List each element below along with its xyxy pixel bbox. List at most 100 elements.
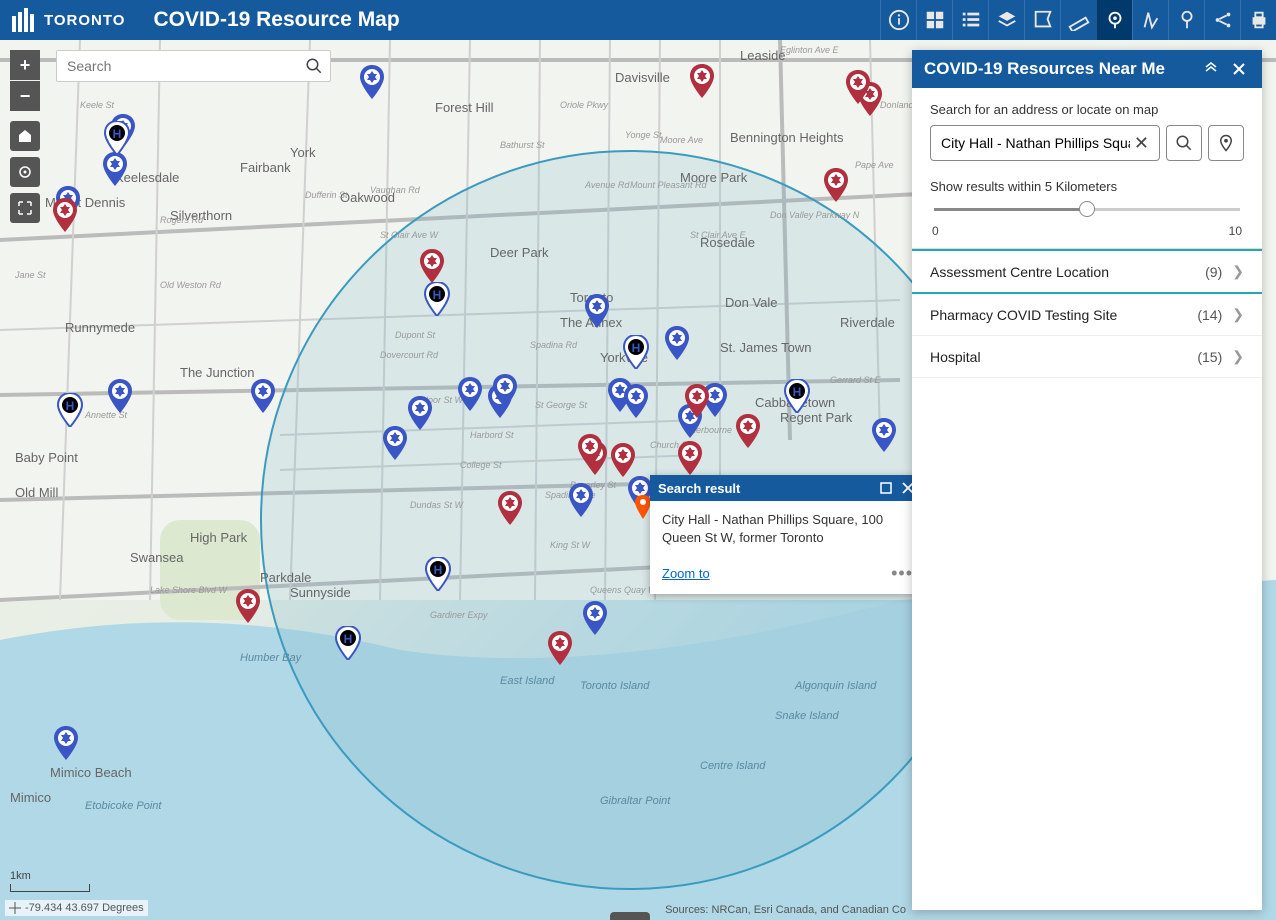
pharmacy-marker[interactable]: [359, 65, 385, 99]
assessment-marker[interactable]: [235, 589, 261, 623]
result-category-item[interactable]: Assessment Centre Location(9)❯: [912, 249, 1262, 294]
print-tool[interactable]: [1240, 0, 1276, 40]
panel-close-button[interactable]: [1228, 58, 1250, 80]
svg-text:H: H: [344, 632, 353, 646]
hospital-marker[interactable]: H: [104, 121, 130, 155]
svg-text:H: H: [793, 385, 802, 399]
slider-max: 10: [1229, 224, 1242, 238]
app-title: COVID-19 Resource Map: [153, 8, 399, 32]
pharmacy-marker[interactable]: [492, 374, 518, 408]
chevron-right-icon: ❯: [1232, 306, 1244, 323]
address-search-button[interactable]: [1166, 125, 1202, 161]
search-input[interactable]: [57, 51, 298, 81]
assessment-marker[interactable]: [677, 441, 703, 475]
assessment-marker[interactable]: [684, 384, 710, 418]
crosshair-icon: [9, 902, 21, 914]
zoom-out-button[interactable]: −: [10, 81, 40, 111]
hospital-marker[interactable]: H: [784, 379, 810, 413]
pharmacy-marker[interactable]: [382, 426, 408, 460]
radius-slider-label: Show results within 5 Kilometers: [930, 179, 1244, 194]
locator-tool[interactable]: [1168, 0, 1204, 40]
measure-tool[interactable]: [1060, 0, 1096, 40]
assessment-marker[interactable]: [823, 168, 849, 202]
assessment-marker[interactable]: [610, 443, 636, 477]
svg-text:H: H: [433, 288, 442, 302]
header-toolbar: [880, 0, 1276, 40]
result-name: Pharmacy COVID Testing Site: [930, 307, 1197, 323]
panel-collapse-button[interactable]: [1200, 58, 1222, 80]
pharmacy-marker[interactable]: [871, 418, 897, 452]
near-me-tool[interactable]: [1096, 0, 1132, 40]
pharmacy-marker[interactable]: [250, 379, 276, 413]
hospital-marker[interactable]: H: [424, 282, 450, 316]
pharmacy-marker[interactable]: [53, 726, 79, 760]
info-tool[interactable]: [880, 0, 916, 40]
assessment-marker[interactable]: [52, 198, 78, 232]
hospital-marker[interactable]: H: [623, 335, 649, 369]
info-icon: [888, 9, 910, 31]
layers-icon: [996, 9, 1018, 31]
clear-address-button[interactable]: ✕: [1130, 133, 1153, 154]
pin-icon: [1176, 9, 1198, 31]
near-me-icon: [1104, 9, 1126, 31]
location-pin-icon: [1217, 134, 1235, 152]
directions-icon: [1140, 9, 1162, 31]
assessment-marker[interactable]: [419, 249, 445, 283]
hospital-marker[interactable]: H: [57, 393, 83, 427]
assessment-marker[interactable]: [689, 64, 715, 98]
pharmacy-marker[interactable]: [584, 294, 610, 328]
search-result-popup: Search result City Hall - Nathan Phillip…: [650, 475, 925, 594]
ruler-icon: [1068, 9, 1090, 31]
directions-tool[interactable]: [1132, 0, 1168, 40]
coordinates-display: -79.434 43.697 Degrees: [5, 900, 148, 916]
assessment-marker[interactable]: [497, 491, 523, 525]
bookmark-tool[interactable]: [1024, 0, 1060, 40]
result-name: Hospital: [930, 349, 1197, 365]
address-input-wrapper: ✕: [930, 125, 1160, 161]
slider-thumb[interactable]: [1079, 201, 1095, 217]
assessment-marker[interactable]: [845, 70, 871, 104]
pharmacy-marker[interactable]: [582, 601, 608, 635]
assessment-marker[interactable]: [577, 434, 603, 468]
locate-button[interactable]: [10, 157, 40, 187]
legend-tool[interactable]: [952, 0, 988, 40]
zoom-in-button[interactable]: +: [10, 50, 40, 80]
assessment-marker[interactable]: [547, 631, 573, 665]
result-count: (15): [1197, 349, 1222, 365]
popup-maximize-button[interactable]: [877, 479, 895, 497]
map-controls: + −: [10, 50, 40, 229]
pharmacy-marker[interactable]: [568, 483, 594, 517]
assessment-marker[interactable]: [735, 414, 761, 448]
gallery-tool[interactable]: [916, 0, 952, 40]
use-my-location-button[interactable]: [1208, 125, 1244, 161]
attribution-handle[interactable]: [610, 912, 650, 920]
pharmacy-marker[interactable]: [102, 152, 128, 186]
toronto-logo[interactable]: TORONTO: [0, 0, 135, 40]
address-input[interactable]: [941, 135, 1130, 151]
scale-bar: 1km: [10, 870, 90, 892]
popup-zoom-link[interactable]: Zoom to: [662, 566, 710, 581]
share-tool[interactable]: [1204, 0, 1240, 40]
radius-slider[interactable]: [934, 200, 1240, 220]
hospital-marker[interactable]: H: [425, 557, 451, 591]
result-category-item[interactable]: Pharmacy COVID Testing Site(14) ❯: [912, 294, 1262, 336]
home-button[interactable]: [10, 121, 40, 151]
fullscreen-icon: [17, 200, 33, 216]
pharmacy-marker[interactable]: [407, 396, 433, 430]
pharmacy-marker[interactable]: [107, 379, 133, 413]
address-search-label: Search for an address or locate on map: [930, 102, 1244, 117]
search-button[interactable]: [298, 51, 330, 81]
fullscreen-button[interactable]: [10, 193, 40, 223]
popup-more-button[interactable]: •••: [891, 563, 913, 584]
pharmacy-marker[interactable]: [664, 326, 690, 360]
hospital-marker[interactable]: H: [335, 626, 361, 660]
pharmacy-marker[interactable]: [623, 384, 649, 418]
result-category-item[interactable]: Hospital(15)❯: [912, 336, 1262, 378]
layers-tool[interactable]: [988, 0, 1024, 40]
chevron-right-icon: ❯: [1232, 263, 1244, 280]
locate-icon: [17, 164, 33, 180]
pharmacy-marker[interactable]: [457, 377, 483, 411]
list-icon: [960, 9, 982, 31]
near-me-panel: COVID-19 Resources Near Me Search for an…: [912, 50, 1262, 910]
result-count: (14): [1197, 307, 1222, 323]
